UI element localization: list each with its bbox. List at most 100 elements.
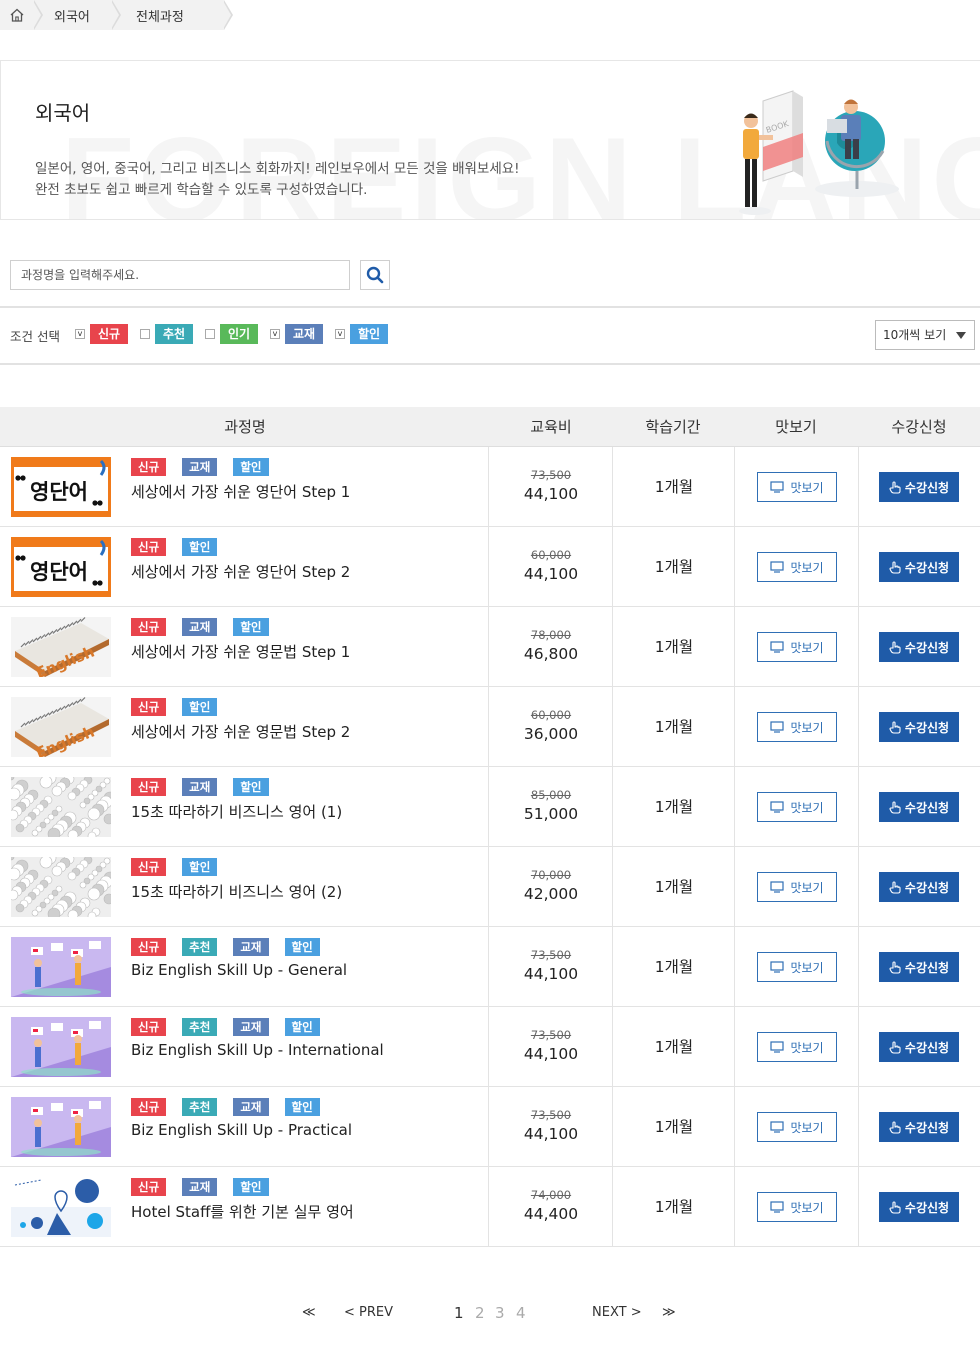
per-page-select[interactable]: 10개씩 보기 <box>875 320 975 350</box>
course-title[interactable]: 15초 따라하기 비즈니스 영어 (1) <box>131 801 342 822</box>
filter-option-sale[interactable]: v 할인 <box>335 324 389 344</box>
pagination-page-1[interactable]: 1 <box>454 1304 464 1322</box>
preview-button[interactable]: 맛보기 <box>757 1032 837 1062</box>
enroll-button[interactable]: 수강신청 <box>879 872 959 902</box>
course-title[interactable]: 세상에서 가장 쉬운 영단어 Step 1 <box>131 481 350 502</box>
course-thumbnail[interactable] <box>11 857 111 917</box>
enroll-button[interactable]: 수강신청 <box>879 472 959 502</box>
preview-button[interactable]: 맛보기 <box>757 472 837 502</box>
course-thumbnail[interactable] <box>11 937 111 997</box>
course-title[interactable]: 세상에서 가장 쉬운 영단어 Step 2 <box>131 561 350 582</box>
preview-button[interactable]: 맛보기 <box>757 632 837 662</box>
course-title[interactable]: Hotel Staff를 위한 기본 실무 영어 <box>131 1201 354 1222</box>
course-title[interactable]: 15초 따라하기 비즈니스 영어 (2) <box>131 881 342 902</box>
filter-option-recommend[interactable]: 추천 <box>140 324 194 344</box>
course-tags: 신규 추천 교재 할인 <box>131 938 336 956</box>
course-thumbnail[interactable]: English <box>11 697 111 757</box>
course-title[interactable]: 세상에서 가장 쉬운 영문법 Step 2 <box>131 721 350 742</box>
filter-checkbox-book[interactable]: v <box>270 329 280 339</box>
search-input[interactable] <box>10 260 350 290</box>
pagination-next[interactable]: NEXT > <box>592 1305 642 1320</box>
pointer-hand-icon <box>889 1200 901 1214</box>
course-tags: 신규 교재 할인 <box>131 778 285 796</box>
pointer-hand-icon <box>889 1040 901 1054</box>
pagination-first[interactable]: ≪ <box>302 1305 316 1320</box>
enroll-button[interactable]: 수강신청 <box>879 1192 959 1222</box>
filter-checkbox-sale[interactable]: v <box>335 329 345 339</box>
enroll-button[interactable]: 수강신청 <box>879 1032 959 1062</box>
course-thumbnail[interactable] <box>11 1097 111 1157</box>
course-title[interactable]: Biz English Skill Up - Practical <box>131 1121 352 1139</box>
breadcrumb-item-all-courses[interactable]: 전체과정 <box>112 0 233 30</box>
filter-option-new[interactable]: v 신규 <box>75 324 129 344</box>
filter-checkbox-recommend[interactable] <box>140 329 150 339</box>
enroll-button[interactable]: 수강신청 <box>879 1112 959 1142</box>
divider <box>0 363 980 365</box>
course-title[interactable]: 세상에서 가장 쉬운 영문법 Step 1 <box>131 641 350 662</box>
course-tag: 할인 <box>233 618 269 636</box>
course-thumbnail[interactable]: English <box>11 617 111 677</box>
pagination-page-2[interactable]: 2 <box>475 1304 485 1322</box>
original-price: 73,500 <box>530 1028 572 1042</box>
course-thumbnail[interactable] <box>11 1017 111 1077</box>
course-tag: 교재 <box>182 618 218 636</box>
course-tags: 신규 교재 할인 <box>131 458 285 476</box>
breadcrumb-item-foreign[interactable]: 외국어 <box>34 0 121 30</box>
divider <box>0 306 980 308</box>
enroll-button[interactable]: 수강신청 <box>879 552 959 582</box>
course-tag: 교재 <box>182 1178 218 1196</box>
filter-checkbox-popular[interactable] <box>205 329 215 339</box>
filter-option-popular[interactable]: 인기 <box>205 324 259 344</box>
preview-button[interactable]: 맛보기 <box>757 1192 837 1222</box>
monitor-icon <box>770 641 785 653</box>
course-tags: 신규 할인 <box>131 538 233 556</box>
preview-button[interactable]: 맛보기 <box>757 552 837 582</box>
pagination-page-4[interactable]: 4 <box>516 1304 526 1322</box>
course-tag: 신규 <box>131 938 167 956</box>
monitor-icon <box>770 801 785 813</box>
filter-checkbox-new[interactable]: v <box>75 329 85 339</box>
monitor-icon <box>770 881 785 893</box>
preview-button[interactable]: 맛보기 <box>757 712 837 742</box>
table-row: English 신규 할인 세상에서 가장 쉬운 영문법 Step 2 60,00… <box>0 687 980 767</box>
study-period: 1개월 <box>654 1038 694 1056</box>
course-title[interactable]: Biz English Skill Up - General <box>131 961 347 979</box>
course-title[interactable]: Biz English Skill Up - International <box>131 1041 384 1059</box>
course-tag: 추천 <box>182 1018 218 1036</box>
course-tag: 할인 <box>182 858 218 876</box>
course-thumbnail[interactable]: 영단어 <box>11 537 111 597</box>
pagination-prev[interactable]: < PREV <box>344 1305 393 1320</box>
search-icon <box>366 266 384 284</box>
course-list: 영단어 신규 교재 할인 세상에서 가장 쉬운 영단어 Step 1 73,500 … <box>0 447 980 1247</box>
course-thumbnail[interactable] <box>11 777 111 837</box>
pagination-last[interactable]: ≫ <box>662 1305 676 1320</box>
table-row: 신규 교재 할인 15초 따라하기 비즈니스 영어 (1) 85,000 51,00… <box>0 767 980 847</box>
course-tag: 할인 <box>233 458 269 476</box>
preview-button[interactable]: 맛보기 <box>757 952 837 982</box>
table-row: 신규 할인 15초 따라하기 비즈니스 영어 (2) 70,000 42,000 … <box>0 847 980 927</box>
sale-price: 44,100 <box>523 1125 579 1143</box>
column-divider <box>858 767 859 847</box>
enroll-button[interactable]: 수강신청 <box>879 792 959 822</box>
filter-option-book[interactable]: v 교재 <box>270 324 324 344</box>
enroll-button[interactable]: 수강신청 <box>879 712 959 742</box>
monitor-icon <box>770 561 785 573</box>
course-thumbnail[interactable] <box>11 1177 111 1237</box>
preview-button[interactable]: 맛보기 <box>757 792 837 822</box>
course-tag: 할인 <box>182 538 218 556</box>
search-button[interactable] <box>360 260 390 290</box>
pagination-page-3[interactable]: 3 <box>495 1304 505 1322</box>
column-divider <box>488 1167 489 1247</box>
column-divider <box>858 607 859 687</box>
original-price: 70,000 <box>530 868 572 882</box>
svg-text:영단어: 영단어 <box>30 480 88 504</box>
monitor-icon <box>770 721 785 733</box>
breadcrumb-home[interactable] <box>0 0 43 30</box>
enroll-button[interactable]: 수강신청 <box>879 952 959 982</box>
column-divider <box>488 1007 489 1087</box>
course-thumbnail[interactable]: 영단어 <box>11 457 111 517</box>
enroll-button[interactable]: 수강신청 <box>879 632 959 662</box>
preview-button[interactable]: 맛보기 <box>757 872 837 902</box>
preview-button[interactable]: 맛보기 <box>757 1112 837 1142</box>
monitor-icon <box>770 1041 785 1053</box>
